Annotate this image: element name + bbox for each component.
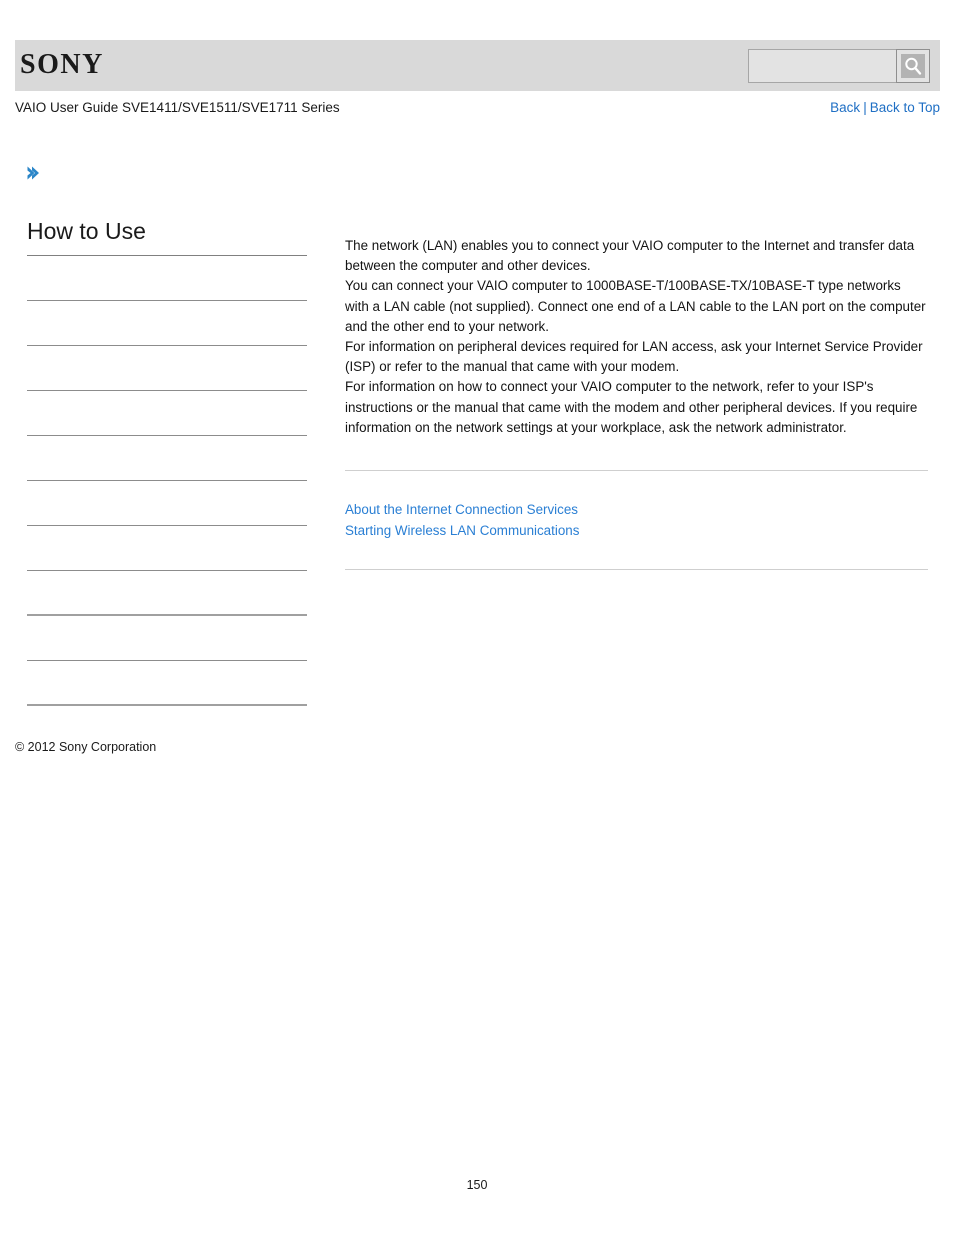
related-link-wireless-lan-communications[interactable]: Starting Wireless LAN Communications [345,520,928,541]
sidebar-item-9[interactable] [27,616,307,661]
search-button[interactable] [896,49,930,83]
sidebar-item-8[interactable] [27,571,307,616]
related-link-internet-connection-services[interactable]: About the Internet Connection Services [345,499,928,520]
search-area [748,49,930,83]
chevron-right-icon [24,164,42,182]
header-nav-links: Back | Back to Top [830,100,940,115]
content-paragraph-3: For information on peripheral devices re… [345,339,923,375]
sidebar-item-1[interactable] [27,256,307,301]
back-link[interactable]: Back [830,100,860,115]
nav-separator: | [863,100,867,115]
content-paragraph-2: You can connect your VAIO computer to 10… [345,278,926,334]
search-icon [901,54,925,78]
search-input[interactable] [748,49,896,83]
page-number: 150 [466,1178,488,1192]
sidebar: How to Use [27,218,307,706]
breadcrumb[interactable] [24,160,42,186]
sidebar-item-3[interactable] [27,346,307,391]
sidebar-item-5[interactable] [27,436,307,481]
sidebar-item-10[interactable] [27,661,307,706]
sidebar-heading: How to Use [27,218,307,256]
site-header: SONY [15,40,940,91]
sidebar-item-7[interactable] [27,526,307,571]
content-paragraph-1: The network (LAN) enables you to connect… [345,238,915,274]
back-to-top-link[interactable]: Back to Top [870,100,940,115]
main-content: The network (LAN) enables you to connect… [345,236,928,571]
sidebar-item-6[interactable] [27,481,307,526]
sony-logo: SONY [20,49,104,80]
guide-title: VAIO User Guide SVE1411/SVE1511/SVE1711 … [15,100,340,115]
subheader: VAIO User Guide SVE1411/SVE1511/SVE1711 … [15,100,940,120]
sidebar-item-2[interactable] [27,301,307,346]
content-divider-bottom [345,569,928,571]
content-paragraph-4: For information on how to connect your V… [345,379,918,435]
sidebar-item-4[interactable] [27,391,307,436]
related-links: About the Internet Connection Services S… [345,471,928,569]
copyright-notice: © 2012 Sony Corporation [15,740,157,754]
